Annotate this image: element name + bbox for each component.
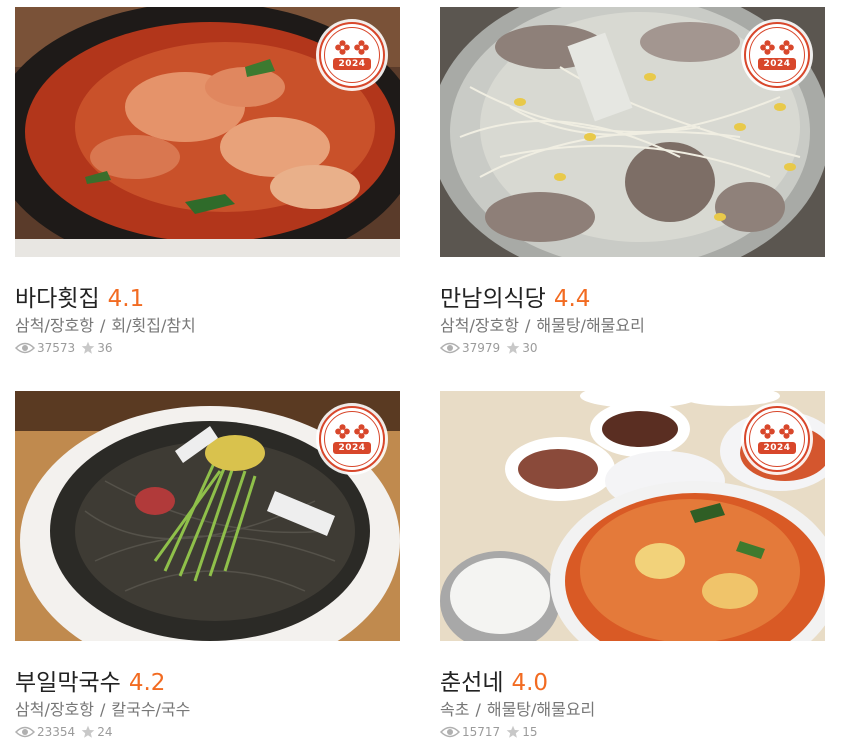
award-flowers-icon xyxy=(334,423,370,440)
restaurant-stats: 37979 30 xyxy=(440,339,825,357)
meta-separator: / xyxy=(525,316,531,335)
region-link[interactable]: 삼척/장호항 xyxy=(15,700,94,719)
star-icon xyxy=(81,341,95,354)
eye-icon xyxy=(440,726,460,738)
restaurant-name-link[interactable]: 만남의식당 xyxy=(440,279,546,313)
category-link[interactable]: 해물탕/해물요리 xyxy=(487,700,595,719)
restaurant-name-link[interactable]: 춘선네 xyxy=(440,663,503,697)
view-count: 23354 xyxy=(37,725,76,739)
category-link[interactable]: 해물탕/해물요리 xyxy=(536,316,644,335)
award-badge: 2024 xyxy=(319,406,385,472)
award-badge: 2024 xyxy=(319,22,385,88)
restaurant-name-link[interactable]: 부일막국수 xyxy=(15,663,121,697)
award-flowers-icon xyxy=(759,39,795,56)
restaurant-card: 2024 부일막국수 4.2 삼척/장호항 / 칼국수/국수 23354 24 xyxy=(15,391,400,741)
category-link[interactable]: 칼국수/국수 xyxy=(111,700,190,719)
eye-icon xyxy=(440,342,460,354)
restaurant-photo-link[interactable]: 2024 xyxy=(440,391,825,641)
award-flowers-icon xyxy=(334,39,370,56)
view-count: 37573 xyxy=(37,341,76,355)
favorite-count: 30 xyxy=(522,341,538,355)
restaurant-grid: 2024 바다횟집 4.1 삼척/장호항 / 회/횟집/참치 37573 36 xyxy=(0,0,842,752)
star-icon xyxy=(506,725,520,738)
restaurant-meta: 삼척/장호항 / 해물탕/해물요리 xyxy=(440,312,825,335)
award-year: 2024 xyxy=(333,57,371,70)
restaurant-meta: 삼척/장호항 / 칼국수/국수 xyxy=(15,696,400,719)
view-count: 15717 xyxy=(462,725,501,739)
restaurant-card: 2024 바다횟집 4.1 삼척/장호항 / 회/횟집/참치 37573 36 xyxy=(15,7,400,357)
restaurant-photo-link[interactable]: 2024 xyxy=(15,7,400,257)
view-count: 37979 xyxy=(462,341,501,355)
award-year: 2024 xyxy=(758,57,796,70)
favorite-count: 24 xyxy=(97,725,113,739)
restaurant-card: 2024 만남의식당 4.4 삼척/장호항 / 해물탕/해물요리 37979 30 xyxy=(440,7,825,357)
restaurant-rating: 4.4 xyxy=(553,286,591,312)
restaurant-meta: 속초 / 해물탕/해물요리 xyxy=(440,696,825,719)
restaurant-photo-link[interactable]: 2024 xyxy=(15,391,400,641)
restaurant-rating: 4.1 xyxy=(107,286,145,312)
region-link[interactable]: 삼척/장호항 xyxy=(15,316,94,335)
favorite-count: 15 xyxy=(522,725,538,739)
restaurant-card: 2024 춘선네 4.0 속초 / 해물탕/해물요리 15717 15 xyxy=(440,391,825,741)
restaurant-stats: 15717 15 xyxy=(440,723,825,741)
favorite-count: 36 xyxy=(97,341,113,355)
award-year: 2024 xyxy=(333,441,371,454)
restaurant-meta: 삼척/장호항 / 회/횟집/참치 xyxy=(15,312,400,335)
award-flowers-icon xyxy=(759,423,795,440)
star-icon xyxy=(506,341,520,354)
region-link[interactable]: 삼척/장호항 xyxy=(440,316,519,335)
restaurant-rating: 4.2 xyxy=(128,670,166,696)
restaurant-photo-link[interactable]: 2024 xyxy=(440,7,825,257)
region-link[interactable]: 속초 xyxy=(440,700,469,719)
restaurant-name-link[interactable]: 바다횟집 xyxy=(15,279,100,313)
restaurant-stats: 23354 24 xyxy=(15,723,400,741)
meta-separator: / xyxy=(475,700,481,719)
eye-icon xyxy=(15,342,35,354)
restaurant-rating: 4.0 xyxy=(511,670,549,696)
star-icon xyxy=(81,725,95,738)
eye-icon xyxy=(15,726,35,738)
meta-separator: / xyxy=(100,700,106,719)
award-badge: 2024 xyxy=(744,22,810,88)
category-link[interactable]: 회/횟집/참치 xyxy=(111,316,195,335)
restaurant-stats: 37573 36 xyxy=(15,339,400,357)
award-badge: 2024 xyxy=(744,406,810,472)
meta-separator: / xyxy=(100,316,106,335)
award-year: 2024 xyxy=(758,441,796,454)
